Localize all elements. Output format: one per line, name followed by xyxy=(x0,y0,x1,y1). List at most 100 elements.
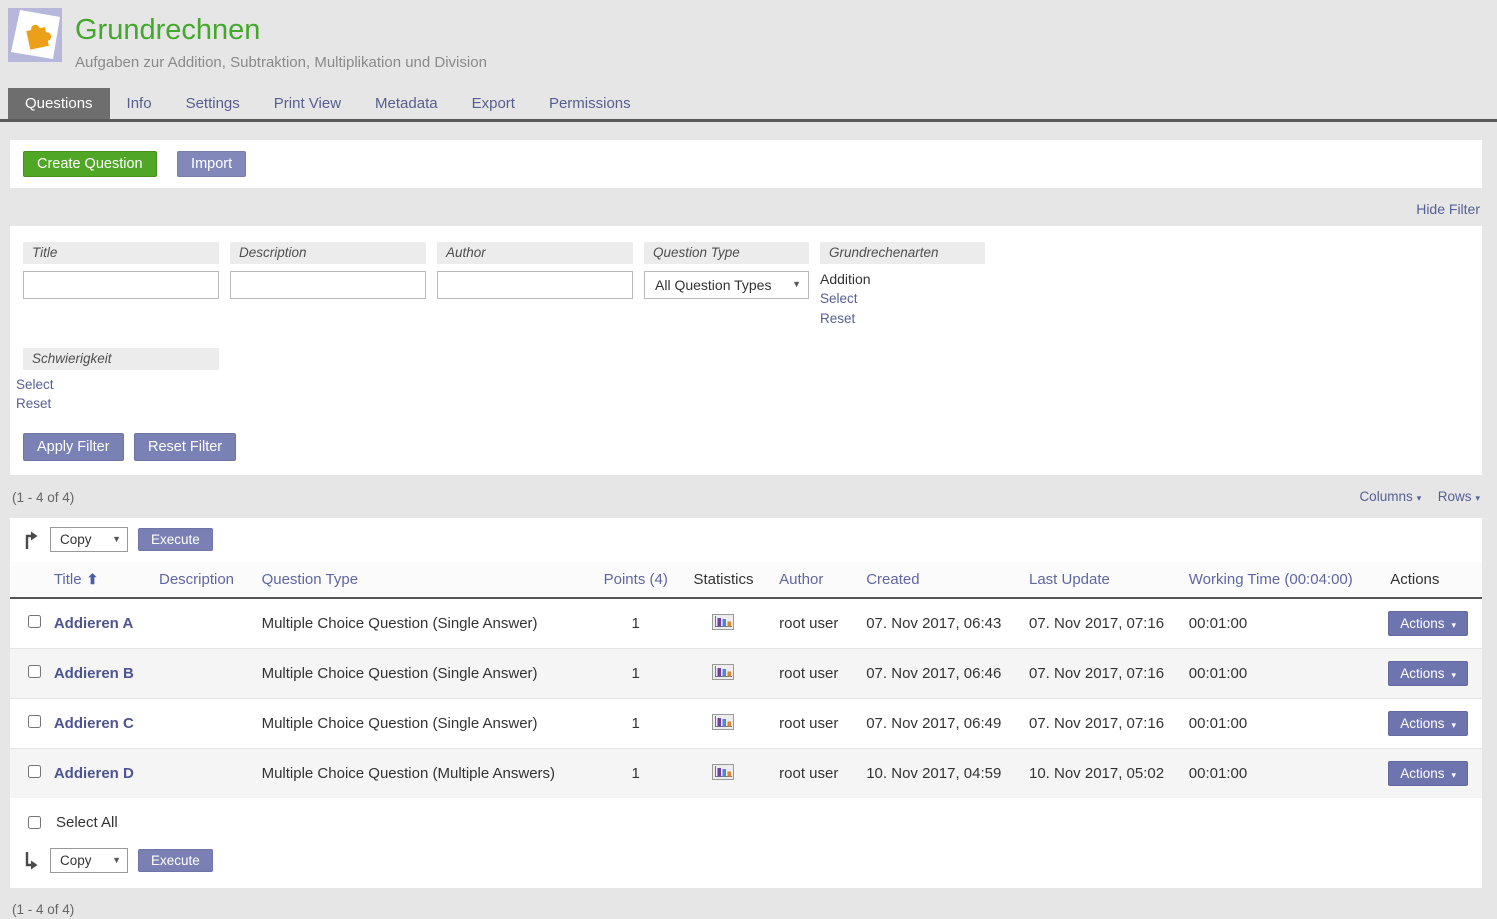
table-row: Addieren C Multiple Choice Question (Sin… xyxy=(10,699,1482,749)
question-description xyxy=(151,649,254,699)
sort-by-last-update-link[interactable]: Last Update xyxy=(1029,571,1110,588)
list-strip: (1 - 4 of 4) Columns▾ Rows▾ xyxy=(10,475,1482,518)
table-header-row: Title⬆ Description Question Type Points … xyxy=(10,562,1482,598)
tab-permissions[interactable]: Permissions xyxy=(532,88,648,119)
filter-author-input[interactable] xyxy=(437,271,633,299)
select-all-row: Select All xyxy=(10,798,1482,841)
sort-by-created-link[interactable]: Created xyxy=(866,571,919,588)
chevron-down-icon: ▾ xyxy=(1451,770,1456,780)
tab-questions[interactable]: Questions xyxy=(8,88,110,119)
question-last-update: 07. Nov 2017, 07:16 xyxy=(1021,699,1181,749)
apply-to-top-arrow-icon xyxy=(22,530,40,550)
import-button[interactable]: Import xyxy=(177,151,246,177)
column-header-last-update: Last Update xyxy=(1021,562,1181,598)
sort-by-question-type-link[interactable]: Question Type xyxy=(262,571,358,588)
statistics-icon[interactable] xyxy=(712,764,734,780)
hide-filter-link[interactable]: Hide Filter xyxy=(1416,201,1480,217)
question-title-link[interactable]: Addieren D xyxy=(54,765,134,782)
question-points: 1 xyxy=(596,749,676,799)
filter-question-type: Question Type All Question Types ▼ xyxy=(644,242,809,299)
column-header-points: Points (4) xyxy=(596,562,676,598)
bottom-strip: (1 - 4 of 4) xyxy=(10,888,1482,919)
row-checkbox[interactable] xyxy=(28,615,41,628)
question-working-time: 00:01:00 xyxy=(1181,649,1380,699)
filter-question-type-label: Question Type xyxy=(644,242,809,264)
sort-by-title-link[interactable]: Title⬆ xyxy=(54,571,99,588)
statistics-icon[interactable] xyxy=(712,714,734,730)
chevron-down-icon: ▾ xyxy=(1417,493,1422,503)
tab-export[interactable]: Export xyxy=(455,88,532,119)
row-checkbox[interactable] xyxy=(28,765,41,778)
sort-by-description-link[interactable]: Description xyxy=(159,571,234,588)
column-header-working-time: Working Time (00:04:00) xyxy=(1181,562,1380,598)
rows-menu[interactable]: Rows▾ xyxy=(1438,489,1480,504)
filter-title-input[interactable] xyxy=(23,271,219,299)
table-row: Addieren A Multiple Choice Question (Sin… xyxy=(10,598,1482,649)
filter-panel: Title Description Author Question Type A… xyxy=(10,226,1482,475)
sort-by-working-time-link[interactable]: Working Time (00:04:00) xyxy=(1189,571,1353,588)
sort-by-points-link[interactable]: Points (4) xyxy=(604,571,668,588)
row-actions-button[interactable]: Actions▾ xyxy=(1388,711,1468,736)
statistics-icon[interactable] xyxy=(712,614,734,630)
filter-title: Title xyxy=(23,242,219,299)
apply-to-bottom-arrow-icon xyxy=(22,851,40,871)
filter-author-label: Author xyxy=(437,242,633,264)
bulk-action-select-top[interactable]: Copy xyxy=(50,527,128,552)
question-created: 10. Nov 2017, 04:59 xyxy=(858,749,1021,799)
row-checkbox[interactable] xyxy=(28,665,41,678)
columns-menu[interactable]: Columns▾ xyxy=(1359,489,1421,504)
filter-grundrechenarten: Grundrechenarten Addition Select Reset xyxy=(820,242,985,328)
filter-author: Author xyxy=(437,242,633,299)
main-content: Create Question Import Hide Filter Title… xyxy=(10,140,1482,919)
tab-settings[interactable]: Settings xyxy=(169,88,257,119)
row-actions-button[interactable]: Actions▾ xyxy=(1388,661,1468,686)
question-type: Multiple Choice Question (Single Answer) xyxy=(254,598,596,649)
questions-table: Title⬆ Description Question Type Points … xyxy=(10,562,1482,798)
filter-title-label: Title xyxy=(23,242,219,264)
question-type-select[interactable]: All Question Types xyxy=(644,271,809,299)
question-pool-icon xyxy=(8,8,62,62)
header-checkbox-spacer xyxy=(10,562,46,598)
sort-by-author-link[interactable]: Author xyxy=(779,571,823,588)
column-header-question-type: Question Type xyxy=(254,562,596,598)
row-actions-button[interactable]: Actions▾ xyxy=(1388,611,1468,636)
statistics-icon[interactable] xyxy=(712,664,734,680)
question-working-time: 00:01:00 xyxy=(1181,598,1380,649)
question-title-link[interactable]: Addieren C xyxy=(54,715,134,732)
schwierigkeit-select-link[interactable]: Select xyxy=(16,377,219,394)
question-title-link[interactable]: Addieren B xyxy=(54,665,134,682)
question-created: 07. Nov 2017, 06:49 xyxy=(858,699,1021,749)
execute-button-top[interactable]: Execute xyxy=(138,528,213,551)
filter-grundrechenarten-label: Grundrechenarten xyxy=(820,242,985,264)
select-all-checkbox[interactable] xyxy=(28,816,41,829)
row-actions-button[interactable]: Actions▾ xyxy=(1388,761,1468,786)
page-title: Grundrechnen xyxy=(75,12,487,48)
question-last-update: 07. Nov 2017, 07:16 xyxy=(1021,649,1181,699)
row-checkbox[interactable] xyxy=(28,715,41,728)
reset-filter-button[interactable]: Reset Filter xyxy=(134,433,236,461)
question-working-time: 00:01:00 xyxy=(1181,699,1380,749)
grundrechenarten-reset-link[interactable]: Reset xyxy=(820,311,985,328)
tab-print-view[interactable]: Print View xyxy=(257,88,358,119)
table-body: Addieren A Multiple Choice Question (Sin… xyxy=(10,598,1482,798)
chevron-down-icon: ▾ xyxy=(1451,720,1456,730)
filter-grundrechenarten-value: Addition xyxy=(820,271,985,288)
bulk-action-select-bottom[interactable]: Copy xyxy=(50,848,128,873)
schwierigkeit-reset-link[interactable]: Reset xyxy=(16,396,219,413)
question-author: root user xyxy=(771,598,858,649)
tab-info[interactable]: Info xyxy=(110,88,169,119)
question-title-link[interactable]: Addieren A xyxy=(54,615,133,632)
execute-button-bottom[interactable]: Execute xyxy=(138,849,213,872)
grundrechenarten-select-link[interactable]: Select xyxy=(820,291,985,308)
create-question-button[interactable]: Create Question xyxy=(23,151,157,177)
header-titles: Grundrechnen Aufgaben zur Addition, Subt… xyxy=(75,8,487,88)
tab-metadata[interactable]: Metadata xyxy=(358,88,455,119)
question-created: 07. Nov 2017, 06:46 xyxy=(858,649,1021,699)
tabbar: Questions Info Settings Print View Metad… xyxy=(0,88,1497,122)
filter-schwierigkeit-label: Schwierigkeit xyxy=(23,348,219,370)
filter-description-input[interactable] xyxy=(230,271,426,299)
question-last-update: 07. Nov 2017, 07:16 xyxy=(1021,598,1181,649)
result-range-bottom: (1 - 4 of 4) xyxy=(12,902,74,917)
apply-filter-button[interactable]: Apply Filter xyxy=(23,433,124,461)
page-subtitle: Aufgaben zur Addition, Subtraktion, Mult… xyxy=(75,54,487,71)
